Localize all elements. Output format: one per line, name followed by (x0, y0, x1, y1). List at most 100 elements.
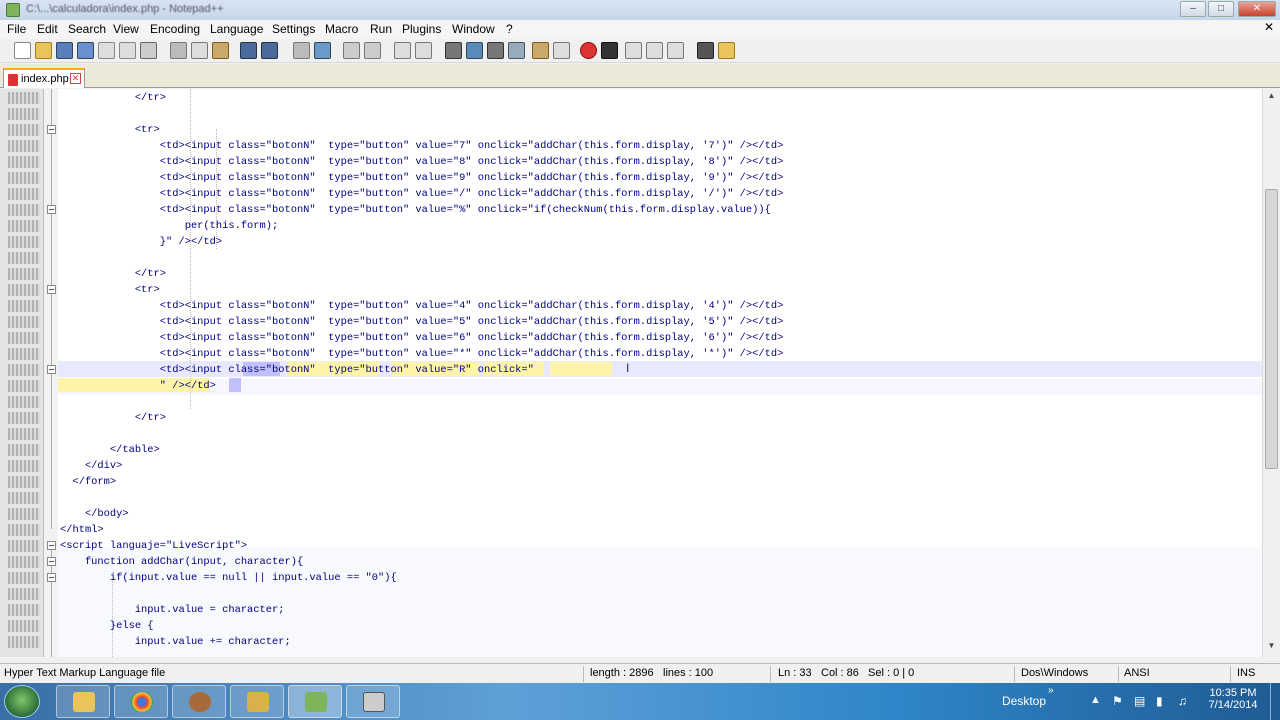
new-file-icon[interactable] (14, 42, 31, 59)
system-clock[interactable]: 10:35 PM 7/14/2014 (1200, 687, 1266, 711)
vertical-scrollbar[interactable]: ▲ ▼ (1262, 89, 1280, 657)
close-file-icon[interactable] (98, 42, 115, 59)
volume-icon[interactable]: ♫ (1178, 694, 1187, 708)
sync-vertical-icon[interactable] (394, 42, 411, 59)
menu-language[interactable]: Language (210, 22, 263, 36)
run-macro-multiple-icon[interactable] (646, 42, 663, 59)
replace-icon[interactable] (314, 42, 331, 59)
code-line[interactable]: " /></td> (60, 378, 216, 394)
menu-run[interactable]: Run (370, 22, 392, 36)
code-line[interactable]: <td><input class="botonN" type="button" … (60, 346, 784, 362)
function-list-icon[interactable] (553, 42, 570, 59)
undo-icon[interactable] (240, 42, 257, 59)
code-line[interactable]: <td><input class="botonN" type="button" … (60, 202, 771, 218)
code-line[interactable]: function addChar(input, character){ (60, 554, 303, 570)
code-line[interactable]: </tr> (60, 90, 166, 106)
word-wrap-icon[interactable] (445, 42, 462, 59)
code-line[interactable]: <td><input class="botonN" type="button" … (60, 362, 534, 378)
fold-toggle-icon[interactable] (47, 205, 56, 214)
menu-plugins[interactable]: Plugins (402, 22, 441, 36)
editor-area[interactable]: </tr> <tr> <td><input class="botonN" typ… (0, 89, 1262, 657)
code-line[interactable]: input.value += character; (60, 634, 291, 650)
play-macro-icon[interactable] (625, 42, 642, 59)
show-desktop-button[interactable] (1270, 683, 1280, 720)
fold-toggle-icon[interactable] (47, 365, 56, 374)
fold-toggle-icon[interactable] (47, 573, 56, 582)
code-line[interactable]: <td><input class="botonN" type="button" … (60, 186, 784, 202)
cut-icon[interactable] (170, 42, 187, 59)
folder-plugin-icon[interactable] (718, 42, 735, 59)
desktop-toolbar-label[interactable]: Desktop (1002, 694, 1046, 708)
fold-toggle-icon[interactable] (47, 541, 56, 550)
code-line[interactable]: <tr> (60, 122, 160, 138)
save-all-icon[interactable] (77, 42, 94, 59)
redo-icon[interactable] (261, 42, 278, 59)
menu-window[interactable]: Window (452, 22, 495, 36)
taskbar-app-explorer[interactable] (56, 685, 110, 718)
fold-toggle-icon[interactable] (47, 557, 56, 566)
maximize-button[interactable]: □ (1208, 1, 1234, 17)
close-window-button[interactable]: ✕ (1238, 1, 1276, 17)
code-line[interactable]: </div> (60, 458, 122, 474)
copy-icon[interactable] (191, 42, 208, 59)
zoom-in-icon[interactable] (343, 42, 360, 59)
code-line[interactable]: }" /></td> (60, 234, 222, 250)
indent-guide-icon[interactable] (487, 42, 504, 59)
code-line[interactable]: if(input.value == null || input.value ==… (60, 570, 397, 586)
code-line[interactable]: <td><input class="botonN" type="button" … (60, 330, 784, 346)
paste-icon[interactable] (212, 42, 229, 59)
save-icon[interactable] (56, 42, 73, 59)
close-tab-icon[interactable]: ✕ (70, 73, 81, 84)
menu-view[interactable]: View (113, 22, 139, 36)
code-line[interactable]: }else { (60, 618, 154, 634)
sync-horizontal-icon[interactable] (415, 42, 432, 59)
menu-file[interactable]: File (7, 22, 26, 36)
find-icon[interactable] (293, 42, 310, 59)
code-line[interactable]: <td><input class="botonN" type="button" … (60, 298, 784, 314)
menu-macro[interactable]: Macro (325, 22, 358, 36)
open-file-icon[interactable] (35, 42, 52, 59)
menu-edit[interactable]: Edit (37, 22, 58, 36)
plugin-icon[interactable] (697, 42, 714, 59)
doc-map-icon[interactable] (532, 42, 549, 59)
code-line[interactable]: </body> (60, 506, 129, 522)
menu-search[interactable]: Search (68, 22, 106, 36)
show-all-chars-icon[interactable] (466, 42, 483, 59)
taskbar-app-files[interactable] (230, 685, 284, 718)
taskbar-app-notepadpp[interactable] (288, 685, 342, 718)
taskbar-app-calculator[interactable] (346, 685, 400, 718)
fold-toggle-icon[interactable] (47, 285, 56, 294)
code-line[interactable]: </form> (60, 474, 116, 490)
code-line[interactable]: </tr> (60, 266, 166, 282)
code-line[interactable]: per(this.form); (60, 218, 279, 234)
code-line[interactable]: <td><input class="botonN" type="button" … (60, 170, 784, 186)
minimize-button[interactable]: – (1180, 1, 1206, 17)
print-icon[interactable] (140, 42, 157, 59)
menu-encoding[interactable]: Encoding (150, 22, 200, 36)
scroll-up-icon[interactable]: ▲ (1265, 91, 1278, 104)
code-line[interactable]: <td><input class="botonN" type="button" … (60, 138, 784, 154)
stop-macro-icon[interactable] (601, 42, 618, 59)
taskbar-app-gimp[interactable] (172, 685, 226, 718)
power-icon[interactable]: ▮ (1156, 694, 1163, 708)
tab-index-php[interactable]: index.php ✕ (3, 68, 85, 88)
network-icon[interactable]: ▤ (1134, 694, 1145, 708)
code-line[interactable]: <tr> (60, 282, 160, 298)
scroll-down-icon[interactable]: ▼ (1265, 641, 1278, 654)
close-all-icon[interactable] (119, 42, 136, 59)
code-line[interactable]: input.value = character; (60, 602, 285, 618)
language-icon[interactable] (508, 42, 525, 59)
code-line[interactable]: <td><input class="botonN" type="button" … (60, 154, 784, 170)
fold-toggle-icon[interactable] (47, 125, 56, 134)
code-line[interactable]: </table> (60, 442, 160, 458)
code-line[interactable]: </html> (60, 522, 104, 538)
menu-help[interactable]: ? (506, 22, 513, 36)
code-line[interactable]: <script languaje="LiveScript"> (60, 538, 247, 554)
code-line[interactable]: <td><input class="botonN" type="button" … (60, 314, 784, 330)
zoom-out-icon[interactable] (364, 42, 381, 59)
chevron-right-icon[interactable]: » (1048, 685, 1054, 696)
scrollbar-thumb[interactable] (1265, 189, 1278, 469)
code-line[interactable]: </tr> (60, 410, 166, 426)
menu-settings[interactable]: Settings (272, 22, 315, 36)
start-button[interactable] (4, 685, 40, 718)
